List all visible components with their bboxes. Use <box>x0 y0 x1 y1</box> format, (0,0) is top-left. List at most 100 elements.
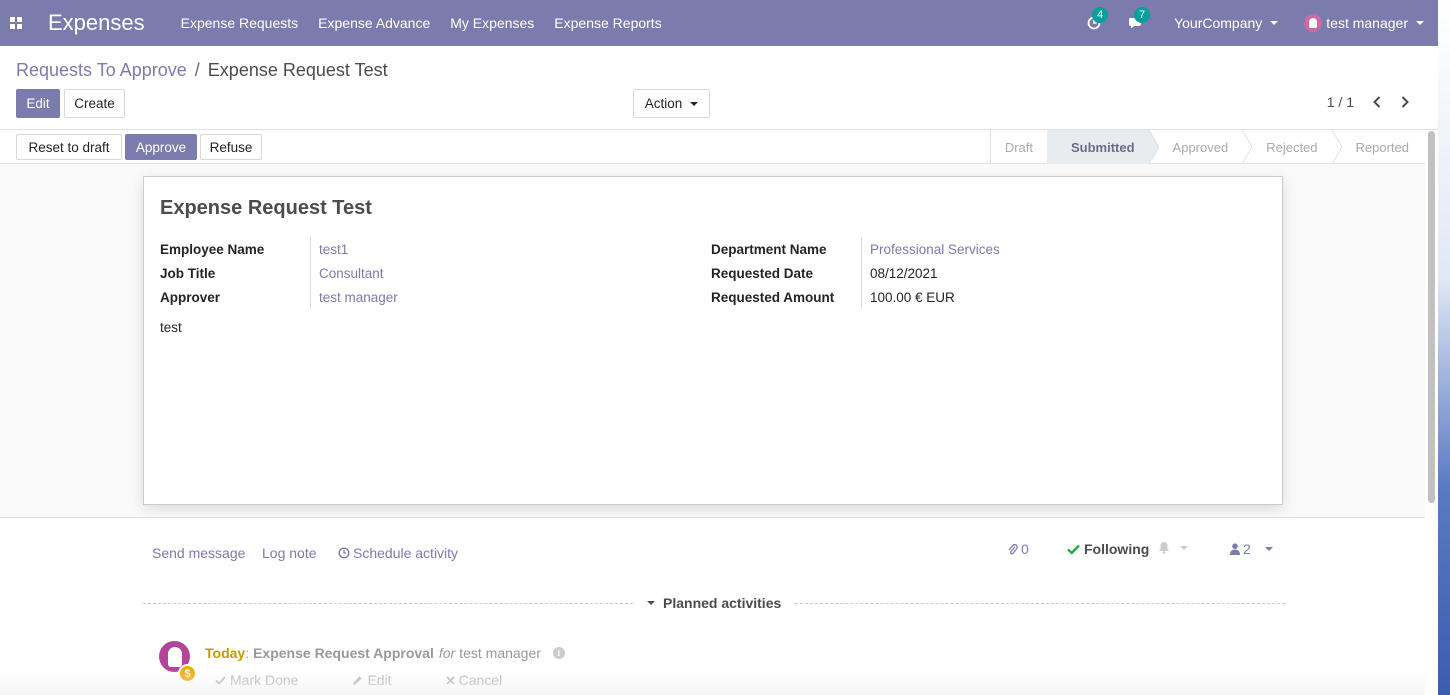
edit-button[interactable]: Edit <box>16 89 60 118</box>
followers-button[interactable]: 2 <box>1230 541 1273 557</box>
mark-done-button[interactable]: Mark Done <box>215 672 325 688</box>
menu-expense-reports[interactable]: Expense Reports <box>554 15 661 31</box>
field-department-name: Department Name Professional Services <box>711 237 1000 261</box>
activity-separator: : <box>245 645 250 661</box>
employee-name-value[interactable]: test1 <box>310 237 348 261</box>
info-icon[interactable]: i <box>552 647 565 659</box>
breadcrumb-current: Expense Request Test <box>207 60 388 80</box>
chevron-down-icon <box>1180 545 1188 550</box>
status-bar: Reset to draft Approve Refuse Draft Subm… <box>0 130 1425 164</box>
field-job-title: Job Title Consultant <box>160 261 398 285</box>
app-name[interactable]: Expenses <box>48 10 145 36</box>
activity-for: for <box>438 645 456 661</box>
approver-value[interactable]: test manager <box>310 285 398 309</box>
scrollbar-thumb[interactable] <box>1428 131 1435 503</box>
stage-submitted[interactable]: Submitted <box>1046 130 1149 164</box>
stage-approved[interactable]: Approved <box>1159 130 1243 164</box>
field-label: Employee Name <box>160 241 265 257</box>
activity-summary: Today : Expense Request Approval for tes… <box>205 645 565 661</box>
stage-pipeline: Draft Submitted Approved Rejected Report… <box>989 130 1425 164</box>
requested-amount-value: 100.00 € EUR <box>861 285 955 309</box>
chatter: Send message Log note Schedule activity … <box>0 519 1425 695</box>
department-name-value[interactable]: Professional Services <box>861 237 1000 261</box>
clock-icon <box>338 547 350 559</box>
paperclip-icon <box>1008 543 1018 554</box>
divider <box>795 603 1285 604</box>
breadcrumb-parent[interactable]: Requests To Approve <box>16 60 187 81</box>
description-text: test <box>160 320 182 335</box>
attachments-button[interactable]: 0 <box>1007 541 1029 557</box>
approve-button[interactable]: Approve <box>125 134 197 160</box>
company-switcher[interactable]: YourCompany <box>1174 15 1279 31</box>
schedule-activity-label: Schedule activity <box>353 545 459 561</box>
stage-draft[interactable]: Draft <box>991 130 1047 164</box>
user-icon <box>1230 543 1240 555</box>
activity-due: Today <box>205 645 246 661</box>
company-name: YourCompany <box>1174 15 1263 31</box>
chevron-down-icon <box>1270 21 1279 25</box>
planned-activities-toggle[interactable]: Planned activities <box>647 595 781 611</box>
stage-separator-icon <box>1148 130 1159 164</box>
dollar-icon: $ <box>178 664 197 683</box>
send-message-button[interactable]: Send message <box>152 545 245 561</box>
activity-clock-icon[interactable]: 4 <box>1084 7 1109 33</box>
chevron-down-icon <box>1264 547 1273 551</box>
chevron-left-icon[interactable] <box>1366 96 1388 108</box>
stage-rejected[interactable]: Rejected <box>1252 130 1331 164</box>
desktop-background-strip <box>1438 0 1450 695</box>
chevron-down-icon <box>1416 21 1424 25</box>
planned-activities-label: Planned activities <box>663 595 782 611</box>
bell-icon <box>1159 542 1169 554</box>
menu-expense-advance[interactable]: Expense Advance <box>318 15 430 31</box>
chevron-down-icon <box>690 101 699 106</box>
divider <box>143 603 633 604</box>
field-approver: Approver test manager <box>160 285 398 309</box>
user-menu[interactable]: test manager <box>1304 14 1424 32</box>
menu-expense-requests[interactable]: Expense Requests <box>181 15 299 31</box>
edit-activity-button[interactable]: Edit <box>352 672 418 688</box>
pager-value[interactable]: 1 / 1 <box>1327 94 1354 110</box>
stage-separator-icon <box>1242 130 1253 164</box>
notification-settings[interactable] <box>1158 541 1188 554</box>
following-label: Following <box>1084 541 1150 557</box>
stage-separator-icon <box>1331 130 1342 164</box>
avatar <box>1304 14 1323 32</box>
messages-icon[interactable]: 7 <box>1126 7 1151 33</box>
followers-count: 2 <box>1243 541 1251 557</box>
field-requested-amount: Requested Amount 100.00 € EUR <box>711 285 1000 309</box>
requested-date-value: 08/12/2021 <box>861 261 938 285</box>
vertical-scrollbar[interactable] <box>1427 131 1437 511</box>
refuse-button[interactable]: Refuse <box>200 134 262 160</box>
activity-actions: Mark Done Edit Cancel <box>215 672 556 688</box>
check-icon <box>1067 544 1080 555</box>
field-label: Requested Amount <box>711 289 835 305</box>
action-dropdown[interactable]: Action <box>633 89 710 118</box>
create-button[interactable]: Create <box>64 89 125 118</box>
right-field-group: Department Name Professional Services Re… <box>711 237 1000 309</box>
field-label: Approver <box>160 289 221 305</box>
attachment-count: 0 <box>1021 541 1029 557</box>
field-requested-date: Requested Date 08/12/2021 <box>711 261 1000 285</box>
apps-menu-icon[interactable] <box>0 0 32 46</box>
log-note-button[interactable]: Log note <box>262 545 317 561</box>
form-sheet: Expense Request Test Employee Name test1… <box>143 176 1283 505</box>
job-title-value[interactable]: Consultant <box>310 261 384 285</box>
user-name: test manager <box>1326 15 1408 31</box>
pager: 1 / 1 <box>1327 94 1416 110</box>
stage-reported[interactable]: Reported <box>1342 130 1425 164</box>
form-background: Expense Request Test Employee Name test1… <box>0 164 1425 518</box>
schedule-activity-button[interactable]: Schedule activity <box>338 545 458 561</box>
left-field-group: Employee Name test1 Job Title Consultant… <box>160 237 398 309</box>
chevron-right-icon[interactable] <box>1394 96 1416 108</box>
caret-down-icon <box>647 601 655 605</box>
field-label: Job Title <box>160 265 216 281</box>
activity-user: test manager <box>459 645 541 661</box>
activity-count-badge: 4 <box>1092 7 1109 23</box>
check-icon <box>215 675 226 685</box>
menu-my-expenses[interactable]: My Expenses <box>450 15 534 31</box>
following-button[interactable]: Following <box>1067 541 1149 557</box>
form-title: Expense Request Test <box>160 197 372 219</box>
control-panel: Requests To Approve / Expense Request Te… <box>0 46 1438 130</box>
reset-to-draft-button[interactable]: Reset to draft <box>16 134 122 160</box>
cancel-activity-button[interactable]: Cancel <box>445 672 530 688</box>
